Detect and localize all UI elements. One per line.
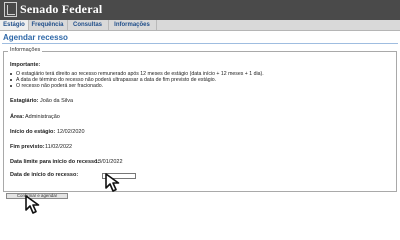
important-label: Importante: — [10, 62, 41, 68]
senado-logo-icon — [4, 2, 17, 17]
estagiario-value: João da Silva — [40, 98, 74, 104]
area-label: Área: — [10, 114, 25, 120]
fim-label: Fim previsto: — [10, 144, 45, 150]
nav-item-consultas[interactable]: Consultas — [67, 20, 109, 30]
arrow-cursor-icon — [25, 195, 40, 214]
estagiario-label: Estagiário: — [10, 98, 39, 104]
fim-value: 11/02/2022 — [45, 144, 73, 150]
title-divider — [2, 43, 398, 44]
limite-value: 13/01/2022 — [95, 159, 123, 165]
arrow-cursor-icon — [105, 173, 120, 192]
site-title: Senado Federal — [20, 2, 103, 16]
list-item: O recesso não poderá ser fracionado. — [10, 83, 264, 89]
area-value: Administração — [25, 114, 60, 120]
site-header: Senado Federal — [0, 0, 400, 21]
nav-item-informacoes[interactable]: Informações — [108, 20, 157, 30]
nav-item-frequencia[interactable]: Frequência — [28, 20, 68, 30]
inicio-label: Início do estágio: — [10, 129, 56, 135]
fieldset-legend: Informações — [8, 47, 43, 53]
data-inicio-recesso-label: Data de início do recesso: — [10, 172, 79, 178]
page-title: Agendar recesso — [3, 33, 68, 42]
limite-label: Data limite para início do recesso: — [10, 159, 100, 165]
nav-item-estagio[interactable]: Estágio — [0, 20, 29, 30]
main-nav: Estágio Frequência Consultas Informações — [0, 20, 400, 31]
inicio-value: 12/02/2020 — [57, 129, 85, 135]
notes-list: O estagiário terá direito ao recesso rem… — [10, 71, 264, 89]
